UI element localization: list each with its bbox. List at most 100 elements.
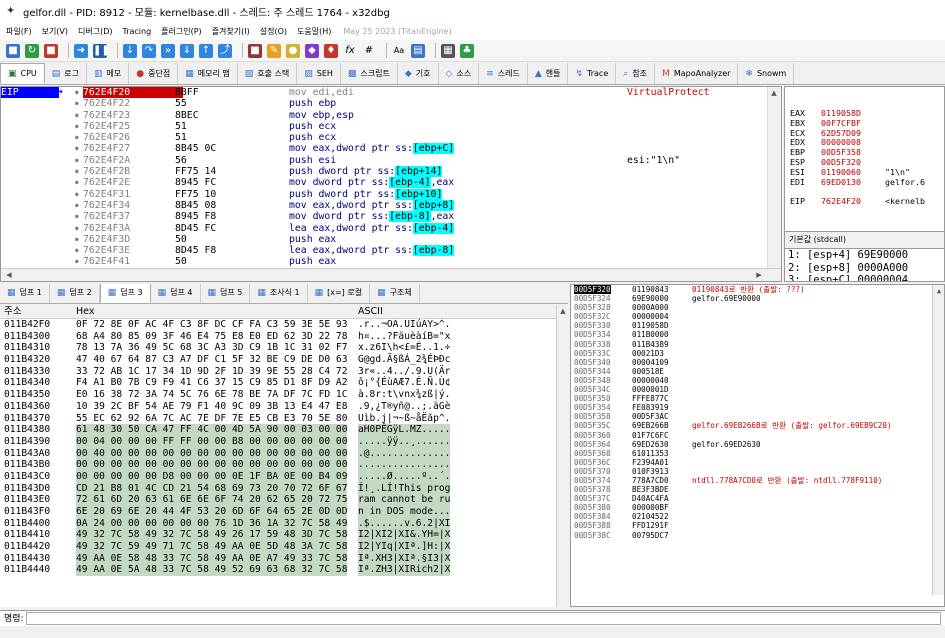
tab-source[interactable]: ◇ 소스 (439, 63, 480, 84)
breakpoint-dot-icon[interactable]: ● (75, 121, 79, 132)
breakpoint-dot-icon[interactable]: ● (75, 177, 79, 188)
stack-row[interactable]: 00D5F388 FFD1291F (571, 521, 944, 530)
hex-row[interactable]: 011B4360 10 39 2C BF 54 AE 79 F1 40 9C 09… (0, 401, 556, 413)
tab-handles[interactable]: ▲ 핸들 (528, 63, 569, 84)
menu-item[interactable]: 파일(F) (6, 26, 32, 37)
register-row[interactable]: ECX 62D57D09 (785, 128, 944, 139)
animate-into-icon[interactable]: » (161, 43, 175, 58)
hash-icon[interactable]: # (362, 43, 376, 58)
tab-symbols[interactable]: ◆ 기호 (398, 63, 439, 84)
tab-seh[interactable]: ▨ SEH (297, 63, 341, 84)
dump-tab[interactable]: ▦ 구조체 (370, 284, 420, 303)
hex-row[interactable]: 011B43F0 6E 20 69 6E 20 44 4F 53 20 6D 6F… (0, 506, 556, 518)
run-icon[interactable]: ➜ (74, 43, 88, 58)
close-icon[interactable]: ■ (44, 43, 58, 58)
animate-over-icon[interactable]: ⇓ (180, 43, 194, 58)
pencil-icon[interactable]: ✎ (267, 43, 281, 58)
hex-row[interactable]: 011B4340 F4 A1 B0 7B C9 F9 41 C6 37 15 C9… (0, 377, 556, 389)
stack-row[interactable]: 00D5F374 778A7CD0 ntdll.778A7CD0로 반환 (출발: … (571, 476, 944, 485)
tab-memory-map[interactable]: ▦ 메모리 맵 (178, 63, 238, 84)
hex-row[interactable]: 011B4330 33 72 AB 1C 17 34 1D 9D 2F 1D 39… (0, 366, 556, 378)
breakpoint-dot-icon[interactable]: ● (75, 87, 79, 98)
hex-row[interactable]: 011B43D0 CD 21 B8 01 4C CD 21 54 68 69 73… (0, 482, 556, 495)
step-into-icon[interactable]: ↓ (123, 43, 137, 58)
hex-row[interactable]: 011B4390 00 04 00 00 00 FF FF 00 00 B8 00… (0, 435, 556, 448)
execute-till-return-icon[interactable]: ⤴ (218, 43, 232, 58)
bookmark-icon[interactable]: ♦ (324, 43, 338, 58)
disasm-row[interactable]: ● 762E4F3D 50 push eax (1, 234, 781, 245)
disasm-row[interactable]: ● 762E4F3E 8D45 F8 lea eax,dword ptr ss:[eb… (1, 245, 781, 257)
stack-row[interactable]: 00D5F338 011B4389 (571, 340, 944, 349)
breakpoint-dot-icon[interactable]: ● (75, 132, 79, 143)
disasm-row[interactable]: ● 762E4F25 51 push ecx (1, 121, 781, 132)
breakpoint-dot-icon[interactable]: ● (75, 211, 79, 222)
stack-row[interactable]: 00D5F370 010F3913 (571, 467, 944, 476)
stack-vertical-scrollbar[interactable]: ▲ (932, 285, 944, 595)
hex-row[interactable]: 011B4350 E0 16 38 72 3A 74 5C 76 6E 78 BE… (0, 389, 556, 401)
calculator-icon[interactable]: ▦ (441, 43, 455, 58)
step-over-icon[interactable]: ↷ (142, 43, 156, 58)
scroll-up-icon[interactable]: ▲ (768, 87, 780, 99)
label-icon[interactable]: ◆ (305, 43, 319, 58)
stack-row[interactable]: 00D5F328 0000A000 (571, 303, 944, 312)
disasm-vertical-scrollbar[interactable]: ▲ (767, 87, 781, 270)
stack-row[interactable]: 00D5F330 0119058D (571, 321, 944, 330)
hex-row[interactable]: 011B4370 55 EC 62 92 6A 7C AC 7E DF 7E E5… (0, 413, 556, 425)
tab-notes[interactable]: ▥ 메모 (87, 63, 130, 84)
hex-row[interactable]: 011B42F0 0F 72 8E 0F AC 4F C3 8F DC CF FA… (0, 319, 556, 331)
disasm-row[interactable]: ● 762E4F2A 56 push esi esi:"1\n" (1, 155, 781, 166)
register-row[interactable]: EAX 0119058D (785, 108, 944, 119)
hex-row[interactable]: 011B4320 47 40 67 64 87 C3 A7 DF C1 5F 32… (0, 354, 556, 366)
register-row[interactable]: ESI 01190060 "1\n" (785, 167, 944, 178)
breakpoint-dot-icon[interactable]: ● (75, 110, 79, 121)
stack-row[interactable]: 00D5F360 01F7C6FC (571, 431, 944, 440)
menu-item[interactable]: 도움말(H) (297, 26, 331, 37)
menu-item[interactable]: 즐겨찾기(I) (212, 26, 250, 37)
scroll-left-icon[interactable]: ◀ (3, 269, 15, 281)
tab-log[interactable]: ▤ 로그 (45, 63, 88, 84)
dump-tab[interactable]: ▦ 덤프 3 (99, 284, 151, 303)
stack-row[interactable]: 00D5F350 FFFE877C (571, 394, 944, 403)
menu-item[interactable]: 보기(V) (42, 26, 68, 37)
stack-row[interactable]: 00D5F324 69E90000 gelfor.69E90000 (571, 294, 944, 303)
stack-row[interactable]: 00D5F368 61011353 (571, 449, 944, 458)
breakpoint-dot-icon[interactable]: ● (75, 245, 79, 256)
stack-row[interactable]: 00D5F378 BE3F3BDE (571, 485, 944, 494)
disasm-row[interactable]: ● 762E4F2E 8945 FC mov dword ptr ss:[ebp-4]… (1, 177, 781, 189)
disasm-row[interactable]: ● 762E4F22 55 push ebp (1, 98, 781, 109)
stack-row[interactable]: 00D5F384 02104522 (571, 512, 944, 521)
plugin-icon[interactable]: ♣ (460, 43, 474, 58)
disasm-row[interactable]: ● 762E4F27 8B45 0C mov eax,dword ptr ss:[eb… (1, 143, 781, 155)
breakpoint-dot-icon[interactable]: ● (75, 143, 79, 154)
tab-breakpoint[interactable]: ● 중단점 (129, 63, 179, 84)
comment-icon[interactable]: ● (286, 43, 300, 58)
dump-tab[interactable]: ▦ 덤프 5 (201, 284, 251, 303)
stack-row[interactable]: 00D5F36C F2394A01 (571, 458, 944, 467)
disasm-row[interactable]: ● 762E4F34 8B45 08 mov eax,dword ptr ss:[eb… (1, 199, 781, 211)
disasm-row[interactable]: ● 762E4F2B FF75 14 push dword ptr ss:[ebp+1… (1, 166, 781, 178)
disassembly-pane[interactable]: ➜ EIP ● 762E4F20 8BFF mov edi,edi VirtualProte… (0, 86, 782, 282)
restart-icon[interactable]: ↻ (25, 43, 39, 58)
disasm-row[interactable]: ➜ EIP ● 762E4F20 8BFF mov edi,edi VirtualProte… (1, 87, 781, 99)
stack-row[interactable]: 00D5F320 01190843 01190843로 반환 (출발: ???) (571, 285, 944, 295)
hex-row[interactable]: 011B4300 68 A4 80 85 09 3F 46 E4 75 E8 E0… (0, 331, 556, 343)
stack-row[interactable]: 00D5F354 FE083919 (571, 403, 944, 412)
register-row[interactable]: EBX 00F7CFBF (785, 118, 944, 129)
tab-mapo[interactable]: M MapoAnalyzer (655, 63, 739, 84)
scroll-up-icon[interactable]: ▲ (933, 285, 944, 297)
dump-tab[interactable]: ▦ 덤프 2 (50, 284, 100, 303)
register-row[interactable]: EBP 00D5F358 (785, 147, 944, 158)
dump-tab[interactable]: ▦ 덤프 1 (0, 284, 50, 303)
register-row[interactable]: EDX 00000008 (785, 138, 944, 148)
hex-row[interactable]: 011B4420 49 32 7C 59 49 71 7C 58 49 AA 0E… (0, 541, 556, 553)
register-row[interactable]: ESP 00D5F320 (785, 157, 944, 168)
dump-tab[interactable]: ▦ 조사식 1 (250, 284, 308, 303)
stack-row[interactable]: 00D5F380 000000BF (571, 503, 944, 512)
menu-item[interactable]: 디버그(D) (78, 26, 112, 37)
breakpoint-dot-icon[interactable]: ● (75, 256, 79, 267)
stack-pane[interactable]: 00D5F320 01190843 01190843로 반환 (출발: ???) 00… (570, 284, 945, 607)
hex-row[interactable]: 011B43A0 00 40 00 00 00 00 00 00 00 00 00… (0, 447, 556, 460)
breakpoint-dot-icon[interactable]: ● (75, 223, 79, 234)
dump-tab[interactable]: ▦ 덤프 4 (151, 284, 201, 303)
stack-row[interactable]: 00D5F37C D40AC4FA (571, 494, 944, 503)
